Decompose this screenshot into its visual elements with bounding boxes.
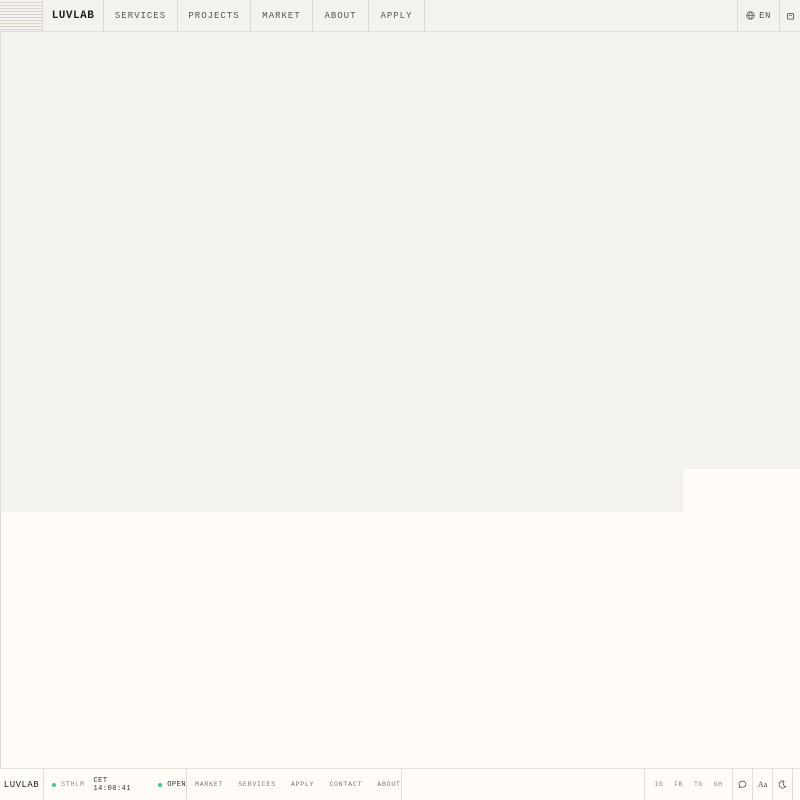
hero-section <box>0 32 683 512</box>
footer-link-services[interactable]: SERVICES <box>238 781 276 788</box>
chat-button[interactable] <box>732 769 752 800</box>
social-github[interactable]: GH <box>714 781 723 788</box>
footer-time: CET 14:00:41 <box>93 776 132 793</box>
language-selector[interactable]: EN <box>737 0 779 31</box>
top-navigation-bar: LUVLAB SERVICES PROJECTS MARKET ABOUT AP… <box>0 0 800 32</box>
nav-about[interactable]: ABOUT <box>313 0 369 31</box>
footer-links: MARKET SERVICES APPLY CONTACT ABOUT <box>187 769 402 800</box>
menu-lines-icon[interactable] <box>0 0 43 31</box>
cart-button[interactable] <box>779 0 800 31</box>
footer-location: STHLM <box>60 780 85 789</box>
nav-apply[interactable]: APPLY <box>369 0 425 31</box>
footer-social-links: IG FB TG GH <box>644 769 732 800</box>
theme-toggle[interactable] <box>772 769 792 800</box>
location-status-dot <box>52 782 56 787</box>
content-divider <box>0 512 1 768</box>
chat-icon <box>738 780 747 789</box>
bag-icon <box>786 13 794 20</box>
brand-logo[interactable]: LUVLAB <box>43 0 104 31</box>
footer-spacer <box>402 769 644 800</box>
footer-open-status: OPEN <box>167 780 186 789</box>
footer-link-market[interactable]: MARKET <box>195 781 223 788</box>
nav-market[interactable]: MARKET <box>251 0 313 31</box>
font-size-toggle[interactable]: Aa <box>752 769 772 800</box>
globe-icon <box>746 11 755 20</box>
footer-brand[interactable]: LUVLAB <box>0 769 44 800</box>
nav-services[interactable]: SERVICES <box>104 0 178 31</box>
social-instagram[interactable]: IG <box>654 781 663 788</box>
nav-projects[interactable]: PROJECTS <box>178 0 251 31</box>
footer-bar: LUVLAB STHLM CET 14:00:41 OPEN MARKET SE… <box>0 768 800 800</box>
footer-link-apply[interactable]: APPLY <box>291 781 315 788</box>
footer-status: STHLM CET 14:00:41 OPEN <box>44 769 187 800</box>
footer-link-about[interactable]: ABOUT <box>377 781 401 788</box>
hero-side-panel <box>683 32 800 469</box>
open-status-dot <box>158 782 163 787</box>
language-label: EN <box>759 10 771 21</box>
social-facebook[interactable]: FB <box>674 781 683 788</box>
moon-icon <box>778 780 787 789</box>
footer-link-contact[interactable]: CONTACT <box>329 781 362 788</box>
footer-end-cell <box>792 769 800 800</box>
social-telegram[interactable]: TG <box>694 781 703 788</box>
